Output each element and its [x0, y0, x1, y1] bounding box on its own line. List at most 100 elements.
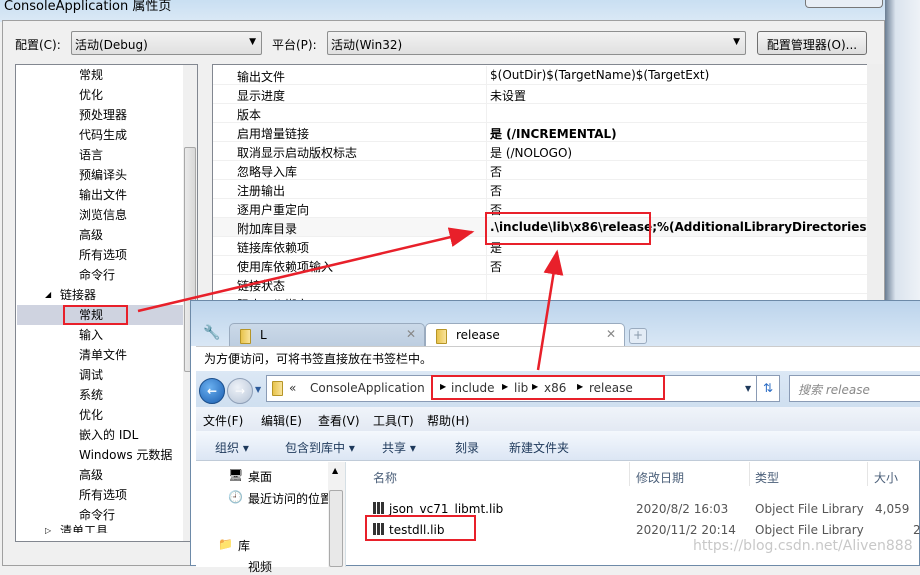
tree-item-manifest-tool[interactable]: 清单工具 — [60, 521, 108, 533]
property-row[interactable]: 取消显示启动版权标志 是 (/NOLOGO) — [213, 142, 867, 161]
property-row[interactable]: 逐用户重定向 否 — [213, 199, 867, 218]
nav-scrollbar[interactable]: ▲ — [328, 462, 345, 567]
menu-file[interactable]: 文件(F) — [203, 412, 243, 429]
menu-view[interactable]: 查看(V) — [318, 412, 360, 429]
property-value[interactable]: 否 — [490, 258, 502, 275]
share-button[interactable]: 共享 ▾ — [382, 439, 416, 456]
property-row[interactable]: 版本 — [213, 104, 867, 123]
file-type: Object File Library — [755, 523, 864, 537]
nav-videos[interactable]: 视频 — [248, 558, 272, 575]
property-value[interactable]: 是 (/NOLOGO) — [490, 144, 572, 161]
property-value[interactable]: .\include\lib\x86\release;%(AdditionalLi… — [490, 220, 867, 234]
tree-item[interactable]: 输出文件 — [79, 185, 127, 205]
column-type[interactable]: 类型 — [755, 469, 779, 486]
overflow-chevron[interactable]: « — [289, 381, 296, 395]
address-dropdown-icon[interactable]: ▼ — [745, 384, 751, 393]
breadcrumb-separator-icon[interactable]: ▶ — [577, 382, 583, 391]
property-row[interactable]: 输出文件 $(OutDir)$(TargetName)$(TargetExt) — [213, 66, 867, 85]
breadcrumb-include[interactable]: include — [451, 381, 494, 395]
close-tab-icon[interactable]: ✕ — [406, 327, 416, 341]
property-value[interactable]: 否 — [490, 163, 502, 180]
tree-item[interactable]: 常规 — [79, 65, 103, 85]
address-bar[interactable]: « ConsoleApplication ▶ include ▶ lib ▶ x… — [266, 375, 766, 402]
search-input[interactable]: 搜索 release — [789, 375, 920, 402]
close-tab-icon[interactable]: ✕ — [606, 327, 616, 341]
tree-item[interactable]: 高级 — [79, 465, 103, 485]
property-value[interactable]: 否 — [490, 182, 502, 199]
column-name[interactable]: 名称 — [373, 469, 397, 486]
tree-item[interactable]: 预处理器 — [79, 105, 127, 125]
tree-item[interactable]: 命令行 — [79, 265, 115, 285]
tree-item[interactable]: 常规 — [17, 305, 183, 325]
file-row[interactable]: json_vc71_libmt.lib — [373, 502, 503, 516]
nav-desktop[interactable]: 桌面 — [248, 468, 272, 485]
breadcrumb-separator-icon[interactable]: ▶ — [440, 382, 446, 391]
tree-item[interactable]: 所有选项 — [79, 245, 127, 265]
breadcrumb-separator-icon[interactable]: ▶ — [532, 382, 538, 391]
tab-l[interactable]: L ✕ — [229, 323, 425, 347]
window-controls[interactable] — [805, 0, 883, 8]
property-name: 链接库依赖项 — [237, 241, 310, 255]
tree-item[interactable]: 清单文件 — [79, 345, 127, 365]
nav-recent-places[interactable]: 最近访问的位置 — [248, 490, 332, 507]
property-row[interactable]: 使用库依赖项输入 否 — [213, 256, 867, 275]
property-row[interactable]: 链接状态 — [213, 275, 867, 294]
config-manager-button[interactable]: 配置管理器(O)... — [757, 31, 867, 55]
breadcrumb-lib[interactable]: lib — [514, 381, 528, 395]
tree-item[interactable]: 所有选项 — [79, 485, 127, 505]
menu-tools[interactable]: 工具(T) — [373, 412, 414, 429]
expanded-icon[interactable]: ◢ — [45, 285, 51, 305]
property-row[interactable]: 启用增量链接 是 (/INCREMENTAL) — [213, 123, 867, 142]
breadcrumb-consoleapplication[interactable]: ConsoleApplication — [310, 381, 425, 395]
breadcrumb-separator-icon[interactable]: ▶ — [502, 382, 508, 391]
wrench-icon[interactable]: 🔧 — [203, 325, 220, 341]
file-date: 2020/8/2 16:03 — [636, 502, 729, 516]
tree-item-linker[interactable]: 链接器 — [60, 285, 96, 305]
config-select[interactable]: 活动(Debug) ▼ — [71, 31, 262, 55]
property-row[interactable]: 忽略导入库 否 — [213, 161, 867, 180]
tree-item[interactable]: 代码生成 — [79, 125, 127, 145]
tree-item[interactable]: 系统 — [79, 385, 103, 405]
column-size[interactable]: 大小 — [874, 469, 898, 486]
menu-help[interactable]: 帮助(H) — [427, 412, 469, 429]
collapsed-icon[interactable]: ▷ — [45, 521, 51, 541]
column-date[interactable]: 修改日期 — [636, 469, 684, 486]
breadcrumb-x86[interactable]: x86 — [544, 381, 566, 395]
include-in-library-button[interactable]: 包含到库中 ▾ — [285, 439, 355, 456]
burn-button[interactable]: 刻录 — [455, 439, 479, 456]
history-dropdown-icon[interactable]: ▼ — [255, 385, 261, 394]
tree-item[interactable]: Windows 元数据 — [79, 445, 172, 465]
new-folder-button[interactable]: 新建文件夹 — [509, 439, 569, 456]
tree-item[interactable]: 语言 — [79, 145, 103, 165]
file-row[interactable]: testdll.lib — [373, 523, 444, 537]
nav-libraries[interactable]: 库 — [238, 537, 250, 554]
tree-item[interactable]: 输入 — [79, 325, 103, 345]
new-tab-button[interactable]: + — [629, 328, 647, 344]
property-value[interactable]: 是 (/INCREMENTAL) — [490, 125, 617, 142]
property-row[interactable]: 注册输出 否 — [213, 180, 867, 199]
tree-item[interactable]: 嵌入的 IDL — [79, 425, 138, 445]
property-value[interactable]: 否 — [490, 201, 502, 218]
property-value[interactable]: 是 — [490, 239, 502, 256]
platform-select[interactable]: 活动(Win32) ▼ — [327, 31, 746, 55]
property-row[interactable]: 显示进度 未设置 — [213, 85, 867, 104]
tree-item[interactable]: 优化 — [79, 405, 103, 425]
refresh-button[interactable]: ⇅ — [756, 375, 780, 402]
tree-item[interactable]: 高级 — [79, 225, 103, 245]
tree-item[interactable]: 浏览信息 — [79, 205, 127, 225]
property-value[interactable]: 未设置 — [490, 87, 526, 104]
breadcrumb-release[interactable]: release — [589, 381, 633, 395]
forward-button[interactable]: → — [227, 378, 253, 404]
grid-scrollbar[interactable] — [867, 64, 883, 314]
menu-edit[interactable]: 编辑(E) — [261, 412, 302, 429]
property-row[interactable]: 链接库依赖项 是 — [213, 237, 867, 256]
property-name: 取消显示启动版权标志 — [237, 146, 358, 160]
back-button[interactable]: ← — [199, 378, 225, 404]
tree-item[interactable]: 预编译头 — [79, 165, 127, 185]
tree-item[interactable]: 调试 — [79, 365, 103, 385]
tree-item[interactable]: 优化 — [79, 85, 103, 105]
property-row[interactable]: 附加库目录 .\include\lib\x86\release;%(Additio… — [213, 218, 867, 237]
organize-button[interactable]: 组织 ▾ — [215, 439, 249, 456]
property-value[interactable]: $(OutDir)$(TargetName)$(TargetExt) — [490, 68, 709, 82]
tab-release[interactable]: release ✕ — [425, 323, 625, 347]
